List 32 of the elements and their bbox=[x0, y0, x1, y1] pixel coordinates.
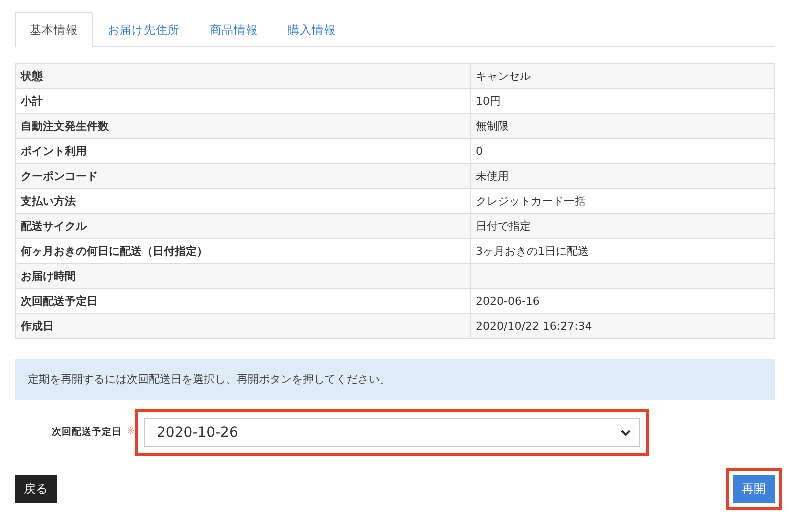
tab[interactable]: 商品情報 bbox=[195, 12, 273, 47]
row-label: 支払い方法 bbox=[16, 189, 471, 213]
back-button[interactable]: 戻る bbox=[15, 475, 57, 503]
tab[interactable]: 購入情報 bbox=[273, 12, 351, 47]
row-label: ポイント利用 bbox=[16, 139, 471, 163]
row-value: 2020/10/22 16:27:34 bbox=[475, 318, 594, 334]
row-label: 状態 bbox=[16, 64, 471, 88]
chevron-down-icon bbox=[621, 428, 631, 436]
row-value: 無制限 bbox=[475, 118, 510, 134]
row-label: お届け時間 bbox=[16, 264, 471, 288]
row-value: キャンセル bbox=[475, 68, 532, 84]
row-label: 作成日 bbox=[16, 314, 471, 338]
date-select[interactable]: 2020-10-26 bbox=[144, 418, 640, 447]
notice-message: 定期を再開するには次回配送日を選択し、再開ボタンを押してください。 bbox=[15, 359, 775, 400]
tab[interactable]: お届け先住所 bbox=[93, 12, 195, 47]
row-value: 日付で指定 bbox=[475, 218, 532, 234]
row-label: 自動注文発生件数 bbox=[16, 114, 471, 138]
row-value: 未使用 bbox=[475, 168, 510, 184]
row-label: 何ヶ月おきの何日に配送（日付指定） bbox=[16, 239, 471, 263]
required-mark: ※ bbox=[127, 426, 135, 439]
row-label: 配送サイクル bbox=[16, 214, 471, 238]
row-label: 次回配送予定日 bbox=[16, 289, 471, 313]
field-label: 次回配送予定日 bbox=[52, 426, 122, 439]
row-value: 10円 bbox=[475, 94, 502, 110]
row-value: 0 bbox=[475, 144, 484, 160]
row-value: 3ヶ月おきの1日に配送 bbox=[475, 244, 590, 260]
tab[interactable]: 基本情報 bbox=[15, 12, 93, 47]
row-value: 2020-06-16 bbox=[475, 294, 541, 310]
row-label: 小計 bbox=[16, 89, 471, 113]
row-label: クーポンコード bbox=[16, 164, 471, 188]
resume-button[interactable]: 再開 bbox=[733, 475, 775, 503]
row-value: クレジットカード一括 bbox=[475, 194, 587, 210]
